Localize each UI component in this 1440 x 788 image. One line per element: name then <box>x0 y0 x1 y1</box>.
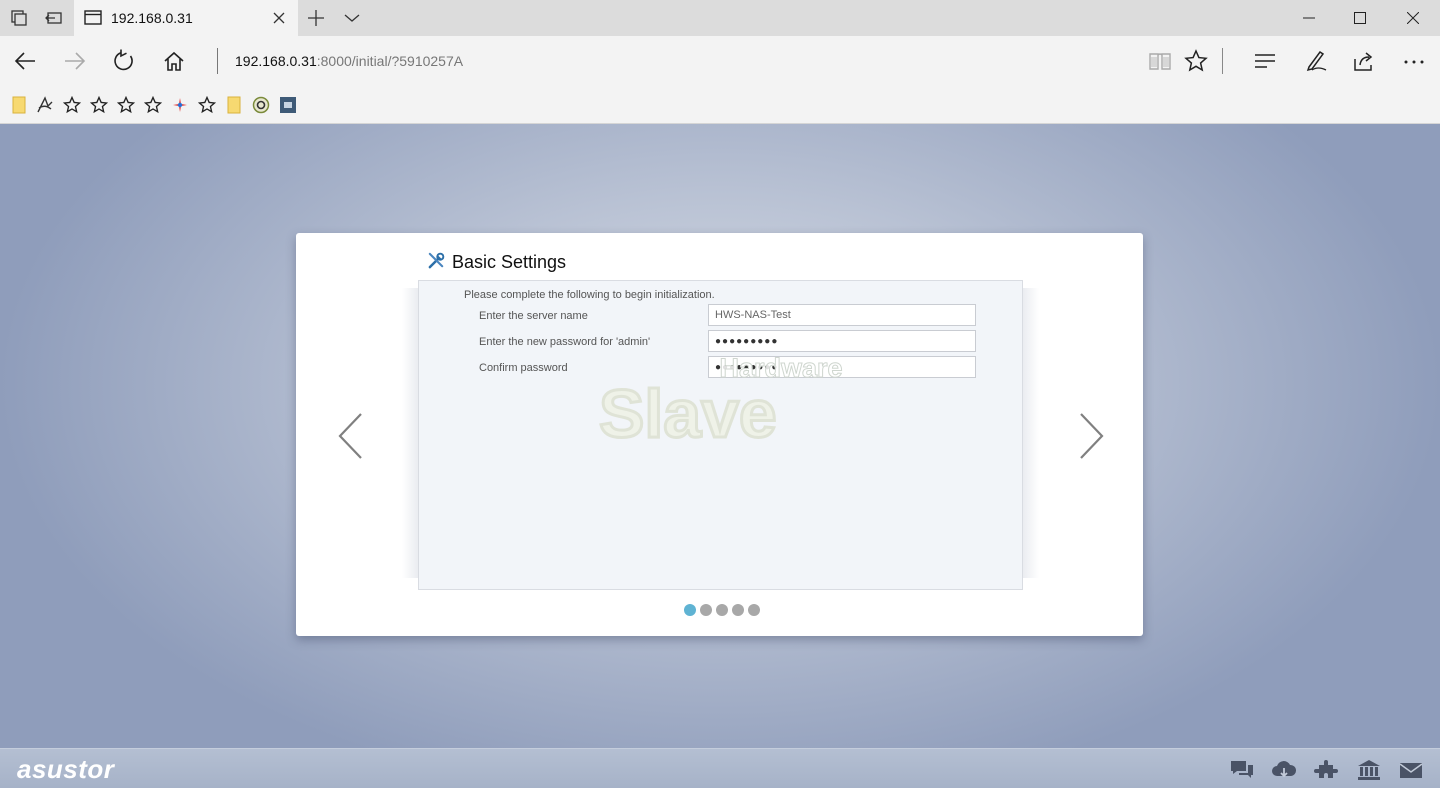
toolbar-separator <box>217 48 218 74</box>
wizard-card: Basic Settings Please complete the follo… <box>296 233 1143 636</box>
intro-text: Please complete the following to begin i… <box>464 289 715 301</box>
favorite-star-icon[interactable] <box>116 95 136 115</box>
tab-preview-chevron-icon[interactable] <box>342 8 362 28</box>
next-arrow-icon[interactable] <box>1076 411 1106 461</box>
cloud-download-icon[interactable] <box>1271 759 1297 781</box>
favorite-folder-icon[interactable] <box>224 95 244 115</box>
share-icon[interactable] <box>1352 49 1376 73</box>
tab-manager-icon[interactable] <box>9 8 29 28</box>
web-note-icon[interactable] <box>1304 49 1328 73</box>
asustor-logo: asustor <box>17 754 115 784</box>
favorite-colorful-logo-icon[interactable] <box>170 95 190 115</box>
previous-arrow-icon[interactable] <box>336 411 366 461</box>
bank-icon[interactable] <box>1356 759 1382 781</box>
tab-close-icon[interactable] <box>269 8 289 28</box>
set-tabs-aside-icon[interactable] <box>44 8 64 28</box>
tools-icon <box>428 252 445 269</box>
plugin-icon[interactable] <box>1314 759 1340 781</box>
favorite-folder-icon[interactable] <box>9 95 29 115</box>
tab-title: 192.168.0.31 <box>111 10 193 26</box>
hub-icon[interactable] <box>1253 49 1277 73</box>
chat-icon[interactable] <box>1229 759 1255 781</box>
address-host: 192.168.0.31 <box>235 53 317 69</box>
favorite-signature-icon[interactable] <box>35 95 55 115</box>
favorite-star-icon[interactable] <box>62 95 82 115</box>
new-password-label: Enter the new password for 'admin' <box>479 336 651 348</box>
panel-shadow <box>1023 288 1039 578</box>
mail-icon[interactable] <box>1398 759 1424 781</box>
page-background: Basic Settings Please complete the follo… <box>0 124 1440 748</box>
step-dot[interactable] <box>732 604 744 616</box>
favorite-star-icon[interactable] <box>89 95 109 115</box>
step-dot[interactable] <box>684 604 696 616</box>
forward-icon[interactable] <box>63 49 87 73</box>
favorites-bar <box>0 86 1440 124</box>
wizard-title: Basic Settings <box>452 252 567 272</box>
home-icon[interactable] <box>162 49 186 73</box>
favorite-star-icon[interactable] <box>197 95 217 115</box>
more-menu-icon[interactable] <box>1402 49 1426 73</box>
confirm-password-input[interactable] <box>708 356 976 378</box>
address-bar[interactable]: 192.168.0.31:8000/initial/?5910257A <box>235 53 463 69</box>
step-dot[interactable] <box>748 604 760 616</box>
address-path: :8000/initial/?5910257A <box>316 53 464 69</box>
favorite-dark-logo-icon[interactable] <box>278 95 298 115</box>
favorite-star-icon[interactable] <box>1184 49 1208 73</box>
step-indicator <box>684 604 760 616</box>
close-window-button[interactable] <box>1390 0 1436 36</box>
maximize-button[interactable] <box>1337 0 1383 36</box>
footer-bar: asustor <box>0 748 1440 788</box>
refresh-icon[interactable] <box>112 49 136 73</box>
settings-panel: Please complete the following to begin i… <box>418 280 1023 590</box>
browser-tab[interactable]: 192.168.0.31 <box>74 0 298 36</box>
watermark-line2: Slave <box>599 376 777 443</box>
new-password-input[interactable] <box>708 330 976 352</box>
title-bar: 192.168.0.31 <box>0 0 1440 36</box>
back-icon[interactable] <box>13 49 37 73</box>
minimize-button[interactable] <box>1286 0 1332 36</box>
panel-shadow <box>402 288 418 578</box>
reading-view-icon[interactable] <box>1148 49 1172 73</box>
toolbar-separator <box>1222 48 1223 74</box>
favorite-star-icon[interactable] <box>143 95 163 115</box>
address-toolbar: 192.168.0.31:8000/initial/?5910257A <box>0 36 1440 86</box>
favorite-circle-logo-icon[interactable] <box>251 95 271 115</box>
step-dot[interactable] <box>716 604 728 616</box>
new-tab-icon[interactable] <box>306 8 326 28</box>
confirm-password-label: Confirm password <box>479 362 568 374</box>
page-icon <box>84 10 102 25</box>
server-name-label: Enter the server name <box>479 310 588 322</box>
server-name-input[interactable] <box>708 304 976 326</box>
step-dot[interactable] <box>700 604 712 616</box>
